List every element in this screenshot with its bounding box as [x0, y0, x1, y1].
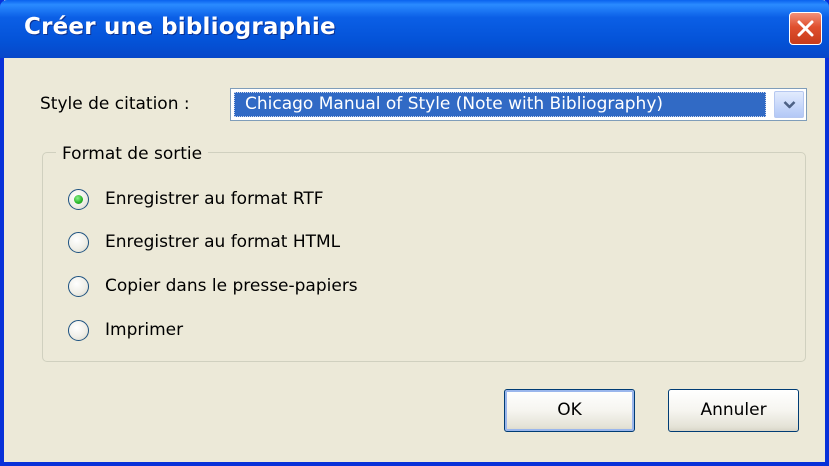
radio-button-rtf[interactable]: [68, 189, 89, 210]
radio-label-rtf[interactable]: Enregistrer au format RTF: [105, 187, 324, 211]
close-icon: [797, 20, 814, 37]
radio-button-clipboard[interactable]: [68, 276, 89, 297]
window-title: Créer une bibliographie: [24, 14, 336, 40]
dialog-window: Créer une bibliographie Style de citatio…: [0, 0, 829, 466]
citation-style-label: Style de citation :: [40, 94, 190, 114]
radio-selected-dot: [74, 195, 83, 204]
radio-label-html[interactable]: Enregistrer au format HTML: [105, 230, 340, 254]
radio-button-html[interactable]: [68, 232, 89, 253]
dropdown-button[interactable]: [774, 91, 804, 118]
radio-button-print[interactable]: [68, 320, 89, 341]
output-format-legend: Format de sortie: [56, 144, 209, 164]
citation-style-dropdown[interactable]: Chicago Manual of Style (Note with Bibli…: [230, 88, 807, 121]
ok-button[interactable]: OK: [504, 389, 635, 432]
chevron-down-icon: [783, 101, 796, 109]
title-bar[interactable]: Créer une bibliographie: [0, 0, 829, 58]
radio-label-print[interactable]: Imprimer: [105, 318, 183, 342]
citation-style-value: Chicago Manual of Style (Note with Bibli…: [234, 92, 766, 117]
radio-label-clipboard[interactable]: Copier dans le presse-papiers: [105, 274, 358, 298]
cancel-button[interactable]: Annuler: [668, 389, 799, 432]
close-button[interactable]: [789, 12, 822, 45]
